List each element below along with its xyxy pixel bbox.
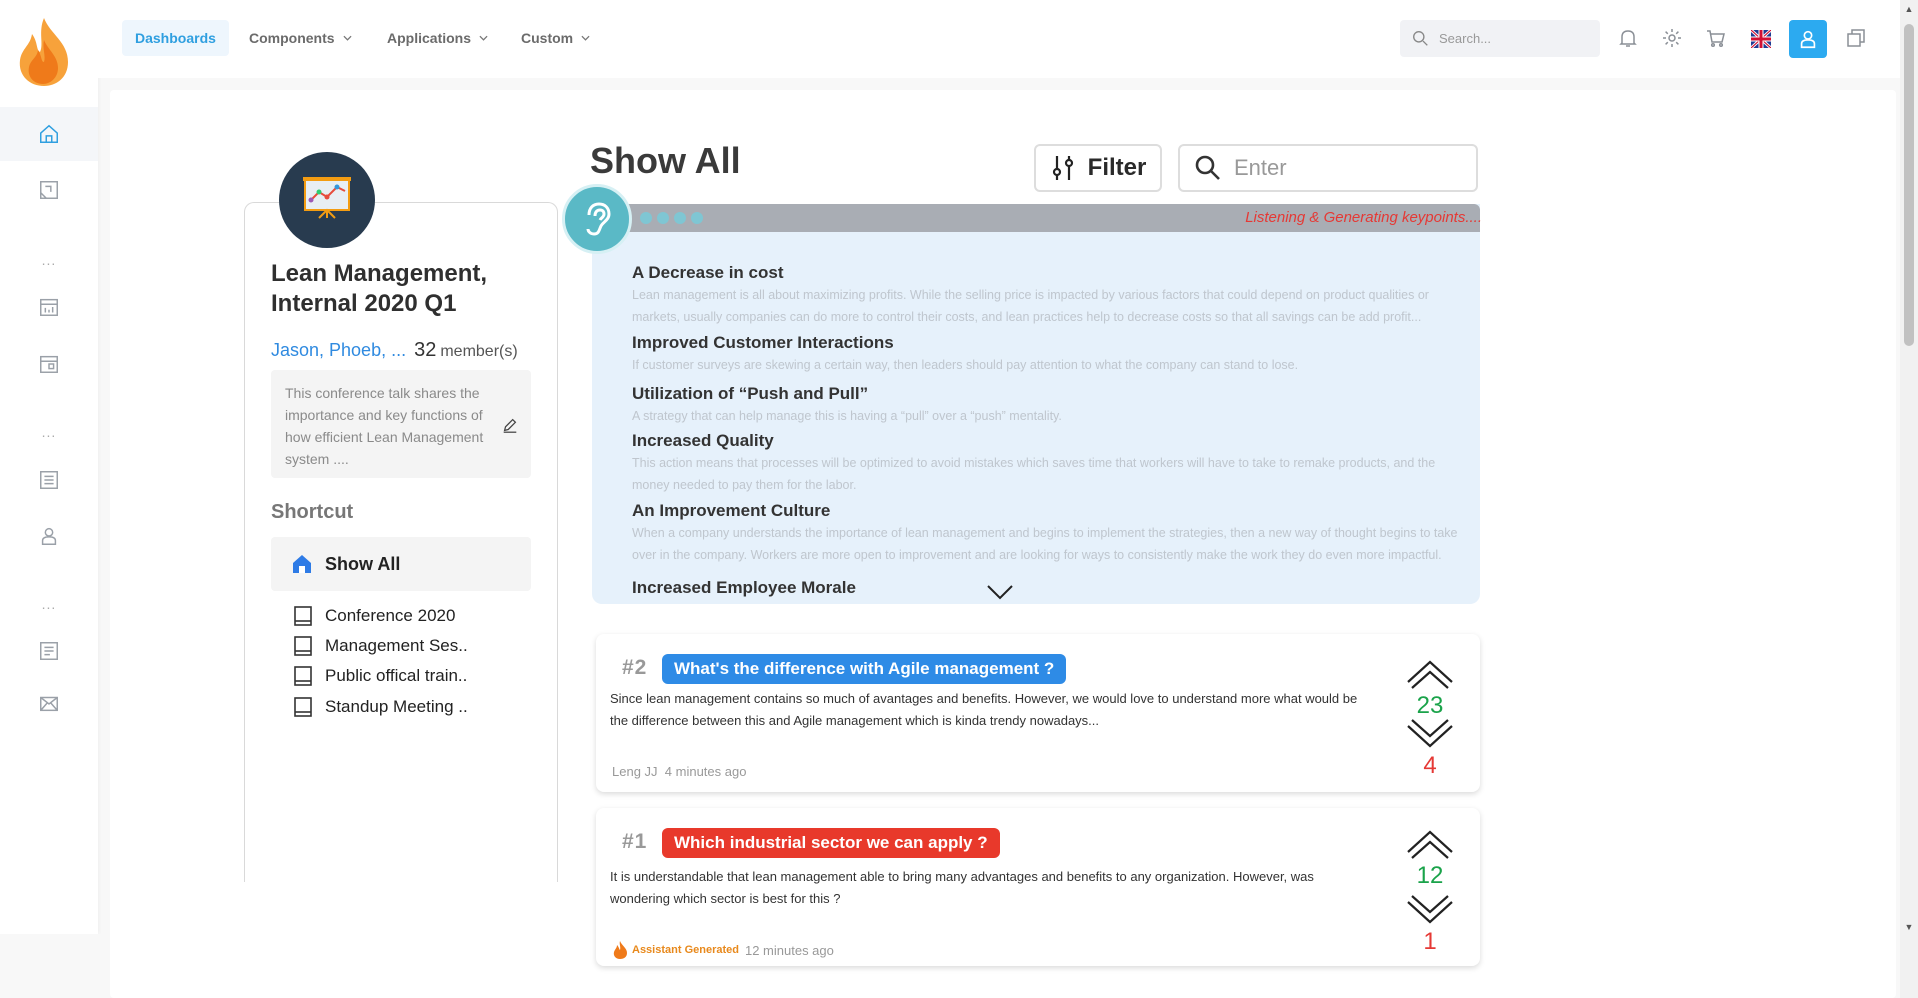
upvote-count: 12 [1416,862,1444,889]
edit-pencil-icon[interactable] [501,416,519,434]
menu-components[interactable]: Components [236,20,365,56]
members-count: 32 [414,339,437,361]
upvote-count: 23 [1416,692,1444,719]
members-info: Jason, Phoeb, ... 32 member(s) [271,339,518,362]
chevron-down-icon [479,35,488,41]
listening-indicator [640,212,703,224]
nav-home-icon[interactable] [0,107,98,161]
book-icon [294,697,312,717]
question-number: #1 [622,830,648,853]
nav-crop-icon[interactable] [0,163,98,217]
page-title: Show All [590,140,741,181]
menu-dashboards[interactable]: Dashboards [122,20,229,56]
keypoint-item: An Improvement Culture When a company un… [632,501,1458,562]
keypoint-item: A Decrease in cost Lean management is al… [632,263,1429,324]
nav-mail-icon[interactable] [0,676,98,730]
question-text: Since lean management contains so much o… [610,691,1358,728]
question-time: 12 minutes ago [744,942,834,958]
flame-logo-icon[interactable] [14,16,74,88]
user-icon [1800,30,1816,49]
search-icon [1413,31,1428,46]
keypoint-item: Increased Quality This action means that… [632,431,1436,492]
members-label: member(s) [440,343,518,360]
home-icon [293,555,311,573]
flame-icon [613,941,627,959]
downvote-count: 1 [1423,928,1437,955]
downvote-chevron-icon[interactable] [1406,894,1454,926]
question-number: #2 [622,656,648,679]
cart-icon[interactable] [1704,26,1728,50]
question-card[interactable]: #2 What's the difference with Agile mana… [596,634,1480,792]
upvote-chevron-icon[interactable] [1406,658,1454,690]
scroll-up-arrow-icon[interactable]: ▲ [1903,4,1915,14]
nav-calendar-icon[interactable] [0,280,98,334]
shortcut-item[interactable]: Conference 2020 [293,603,523,629]
question-time: 4 minutes ago [664,764,747,779]
question-meta: Assistant Generated 12 minutes ago [612,940,834,960]
scrollbar-thumb[interactable] [1904,24,1914,346]
nav-user-icon[interactable] [0,509,98,563]
bell-icon[interactable] [1616,26,1640,50]
conference-title: Lean Management, Internal 2020 Q1 [271,260,488,317]
shortcut-show-all[interactable]: Show All [271,537,531,591]
search-icon [1195,155,1220,180]
left-sidebar: ... ... ... [0,0,98,934]
shortcut-title: Shortcut [271,501,354,523]
window-restore-icon[interactable] [1844,26,1868,50]
bottom-strip [0,934,108,998]
uk-flag-icon[interactable] [1751,30,1771,48]
keypoint-item: Increased Employee Morale [632,578,856,597]
chevron-down-icon [581,35,590,41]
nav-separator-dots: ... [41,596,57,612]
filter-sliders-icon [1052,156,1073,180]
question-author: Leng JJ [612,764,658,779]
description-text: This conference talk shares the importan… [285,385,484,467]
upvote-chevron-icon[interactable] [1406,828,1454,860]
keypoint-item: Improved Customer Interactions If custom… [632,333,1299,372]
conference-description: This conference talk shares the importan… [271,370,531,478]
question-meta: Leng JJ 4 minutes ago [612,764,746,779]
question-title-badge[interactable]: Which industrial sector we can apply ? [662,828,1000,858]
question-card[interactable]: #1 Which industrial sector we can apply … [596,808,1480,966]
members-names-link[interactable]: Jason, Phoeb, ... [271,340,406,361]
enter-search-input[interactable]: Enter [1178,144,1478,192]
book-icon [294,666,312,686]
ear-icon[interactable] [562,184,632,254]
chevron-down-icon [343,35,352,41]
chevron-down-icon[interactable] [985,582,1015,602]
gear-icon[interactable] [1660,26,1684,50]
assistant-generated-label: Assistant Generated [632,944,739,956]
menu-custom[interactable]: Custom [508,20,603,56]
menu-applications[interactable]: Applications [374,20,501,56]
keypoint-item: Utilization of “Push and Pull” A strateg… [632,384,1062,423]
top-bar: Dashboards Components Applications Custo… [98,0,1908,78]
listening-status: Listening & Generating keypoints.... [1245,209,1482,226]
top-search-input[interactable]: Search... [1400,20,1600,57]
conference-card: Lean Management, Internal 2020 Q1 Jason,… [244,202,558,882]
user-profile-button[interactable] [1789,20,1827,58]
downvote-count: 4 [1423,752,1437,779]
nav-separator-dots: ... [41,252,57,268]
downvote-chevron-icon[interactable] [1406,718,1454,750]
nav-document-icon[interactable] [0,624,98,678]
shortcut-item[interactable]: Public offical train.. [293,663,523,689]
question-title-badge[interactable]: What's the difference with Agile managem… [662,654,1067,684]
shortcut-item[interactable]: Standup Meeting .. [293,694,523,720]
page-scrollbar[interactable]: ▲ ▼ [1900,0,1918,998]
scroll-down-arrow-icon[interactable]: ▼ [1903,922,1915,932]
nav-separator-dots: ... [41,424,57,440]
nav-list-icon[interactable] [0,453,98,507]
nav-calendar-alt-icon[interactable] [0,337,98,391]
shortcut-item[interactable]: Management Ses.. [293,633,523,659]
presentation-board-icon [279,152,375,248]
question-text: It is understandable that lean managemen… [610,869,1314,906]
filter-button[interactable]: Filter [1034,144,1162,192]
book-icon [294,606,312,626]
book-icon [294,636,312,656]
